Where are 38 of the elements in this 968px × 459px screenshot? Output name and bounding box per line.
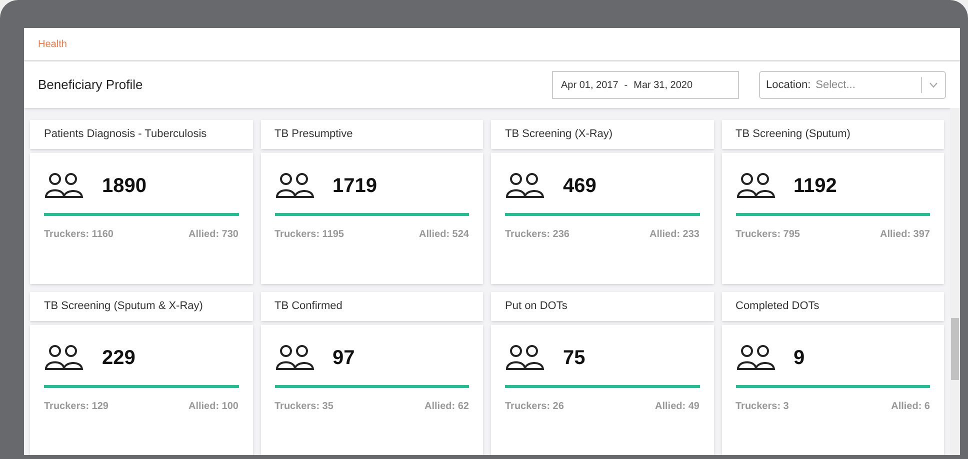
page-title: Beneficiary Profile <box>38 76 143 94</box>
card-title: TB Screening (X-Ray) <box>505 127 613 142</box>
card-title: Put on DOTs <box>505 299 568 314</box>
card-title: TB Presumptive <box>274 127 353 142</box>
card-title: TB Confirmed <box>274 299 342 314</box>
range-separator: - <box>624 78 628 92</box>
allied-count: Allied: 49 <box>655 400 700 414</box>
allied-count: Allied: 524 <box>418 228 469 242</box>
location-placeholder: Select... <box>816 78 856 93</box>
truckers-count: Truckers: 35 <box>274 400 334 414</box>
total-count: 75 <box>563 346 586 371</box>
truckers-count: Truckers: 3 <box>736 400 789 414</box>
total-count: 9 <box>794 346 805 371</box>
total-count: 97 <box>332 346 355 371</box>
truckers-count: Truckers: 1160 <box>44 228 114 242</box>
truckers-count: Truckers: 26 <box>505 400 564 414</box>
total-count: 1719 <box>332 174 377 199</box>
total-count: 1890 <box>102 174 146 199</box>
location-label: Location: <box>766 78 811 93</box>
truckers-count: Truckers: 129 <box>44 400 108 414</box>
start-date: Apr 01, 2017 <box>561 78 618 92</box>
truckers-count: Truckers: 1195 <box>274 228 344 242</box>
card-title: Completed DOTs <box>736 299 820 314</box>
card-title: TB Screening (Sputum & X-Ray) <box>44 299 203 314</box>
allied-count: Allied: 6 <box>891 400 930 414</box>
truckers-count: Truckers: 236 <box>505 228 570 242</box>
end-date: Mar 31, 2020 <box>634 78 693 92</box>
card-title: TB Screening (Sputum) <box>736 127 850 142</box>
card-title: Patients Diagnosis - Tuberculosis <box>44 127 207 142</box>
allied-count: Allied: 100 <box>188 400 238 414</box>
allied-count: Allied: 233 <box>649 228 700 242</box>
total-count: 229 <box>102 346 136 371</box>
total-count: 469 <box>563 174 596 199</box>
allied-count: Allied: 730 <box>188 228 238 242</box>
allied-count: Allied: 397 <box>880 228 930 242</box>
truckers-count: Truckers: 795 <box>736 228 800 242</box>
total-count: 1192 <box>794 174 837 199</box>
allied-count: Allied: 62 <box>424 400 469 414</box>
